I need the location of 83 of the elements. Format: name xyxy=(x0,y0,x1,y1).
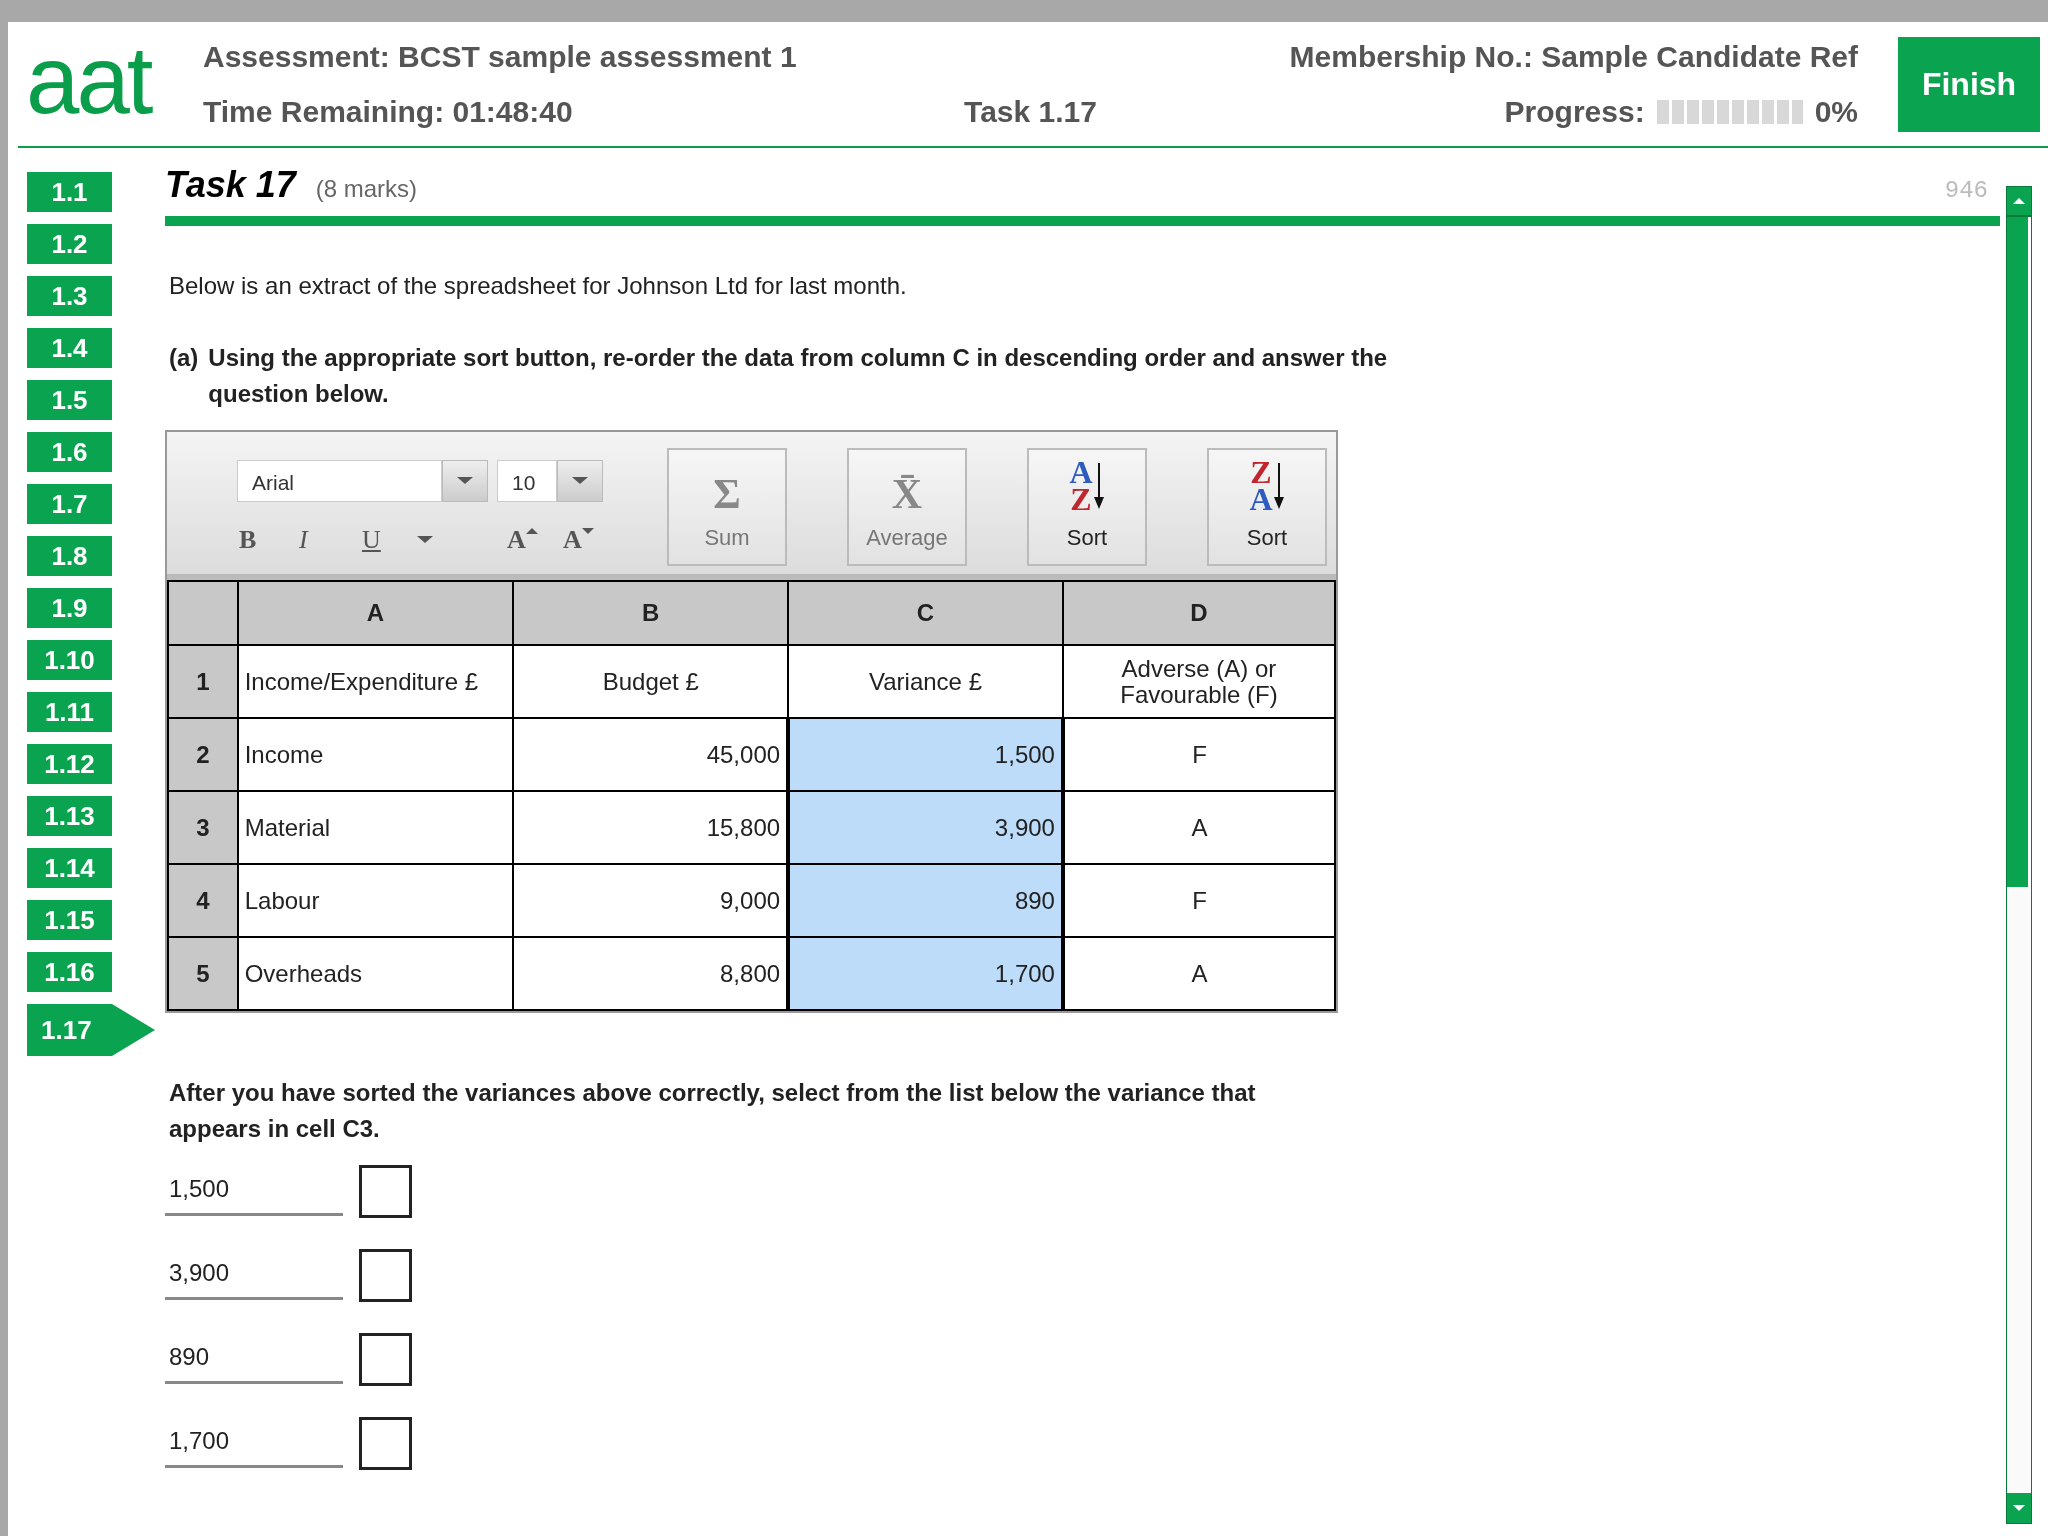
font-field[interactable]: Arial xyxy=(237,460,442,502)
row-header: 3 xyxy=(168,791,238,864)
question-tab[interactable]: 1.1 xyxy=(27,172,112,212)
intro-text: Below is an extract of the spreadsheet for Johnson Ltd for last month. xyxy=(169,271,908,301)
dropdown-button[interactable] xyxy=(442,460,488,502)
task-title: Task 17 xyxy=(165,163,296,207)
table-cell[interactable]: A xyxy=(1062,791,1335,864)
table-cell[interactable]: Budget £ xyxy=(513,645,789,718)
caret-icon[interactable] xyxy=(417,536,433,543)
answer-checkbox[interactable] xyxy=(359,1165,412,1218)
italic-button[interactable]: I xyxy=(299,520,308,559)
grow-font-button[interactable]: A xyxy=(507,520,538,559)
row-header: 2 xyxy=(168,718,238,791)
answer-option: 3,900 xyxy=(165,1251,343,1300)
question-tab[interactable]: 1.12 xyxy=(27,744,112,784)
scroll-down-button[interactable] xyxy=(2007,1493,2031,1523)
question-tab[interactable]: 1.10 xyxy=(27,640,112,680)
question-tab[interactable]: 1.16 xyxy=(27,952,112,992)
question-tab[interactable]: 1.3 xyxy=(27,276,112,316)
assessment-title: Assessment: BCST sample assessment 1 xyxy=(203,39,798,75)
task-number: Task 1.17 xyxy=(964,94,1097,130)
row-header: 1 xyxy=(168,645,238,718)
table-cell[interactable]: Adverse (A) or Favourable (F) xyxy=(1062,645,1335,718)
question-tab[interactable]: 1.7 xyxy=(27,484,112,524)
answer-checkbox[interactable] xyxy=(359,1333,412,1386)
question-tab[interactable]: 1.8 xyxy=(27,536,112,576)
item-number: 946 xyxy=(1944,176,1988,206)
question-tab[interactable]: 1.11 xyxy=(27,692,112,732)
column-header: A xyxy=(237,581,514,645)
sort-ascending-button[interactable]: A Z Sort xyxy=(1027,448,1147,566)
question-tab[interactable]: 1.9 xyxy=(27,588,112,628)
down-arrow-icon xyxy=(1092,460,1105,511)
question-tab[interactable]: 1.17 xyxy=(27,1004,155,1056)
logo: aat xyxy=(25,32,153,128)
corner-cell xyxy=(168,581,238,645)
down-arrow-icon xyxy=(1272,460,1285,511)
table-cell[interactable]: A xyxy=(1062,937,1335,1010)
column-header: D xyxy=(1062,581,1335,645)
column-header: C xyxy=(788,581,1063,645)
question-tab[interactable]: 1.2 xyxy=(27,224,112,264)
answer-option: 1,700 xyxy=(165,1419,343,1468)
answer-option: 1,500 xyxy=(165,1167,343,1216)
question-text: After you have sorted the variances above correctly, select from the list below the variance that appears in cell C3. xyxy=(169,1078,1257,1144)
time-remaining: Time Remaining: 01:48:40 xyxy=(203,94,574,130)
scroll-thumb[interactable] xyxy=(2007,217,2031,887)
question-tab[interactable]: 1.14 xyxy=(27,848,112,888)
question-tab[interactable]: 1.15 xyxy=(27,900,112,940)
table-cell[interactable]: 1,500 xyxy=(788,718,1063,791)
shrink-font-button[interactable]: A xyxy=(563,520,594,559)
table-cell[interactable]: Income/Expenditure £ xyxy=(237,645,514,718)
sort-descending-button[interactable]: Z A Sort xyxy=(1207,448,1327,566)
scroll-up-button[interactable] xyxy=(2007,187,2031,217)
table-cell[interactable]: Overheads xyxy=(237,937,514,1010)
task-marks: (8 marks) xyxy=(315,174,418,204)
progress-label: Progress: xyxy=(1504,94,1645,130)
table-cell[interactable]: 1,700 xyxy=(788,937,1063,1010)
question-text: Using the appropriate sort button, re-order the data from column C in descending order and answer the question below. xyxy=(208,343,1389,409)
bold-button[interactable]: B xyxy=(239,520,257,559)
answer-option: 890 xyxy=(165,1335,343,1384)
answer-checkbox[interactable] xyxy=(359,1417,412,1470)
table-cell[interactable]: 3,900 xyxy=(788,791,1063,864)
question-tab[interactable]: 1.6 xyxy=(27,432,112,472)
row-header: 5 xyxy=(168,937,238,1010)
question-tab[interactable]: 1.4 xyxy=(27,328,112,368)
membership-number: Membership No.: Sample Candidate Ref xyxy=(1288,39,1858,75)
progress-percent: 0% xyxy=(1814,94,1858,130)
dropdown-button[interactable] xyxy=(557,460,603,502)
answer-checkbox[interactable] xyxy=(359,1249,412,1302)
question-label: (a) xyxy=(169,343,199,373)
table-cell[interactable]: Material xyxy=(237,791,514,864)
underline-button[interactable]: U xyxy=(362,520,381,559)
scrollbar[interactable] xyxy=(2006,186,2032,1524)
table-cell[interactable]: 890 xyxy=(788,864,1063,937)
question-tab[interactable]: 1.5 xyxy=(27,380,112,420)
finish-button[interactable]: Finish xyxy=(1898,36,2040,132)
table-cell[interactable]: F xyxy=(1062,718,1335,791)
table-cell[interactable]: Income xyxy=(237,718,514,791)
table-cell[interactable]: F xyxy=(1062,864,1335,937)
table-cell[interactable]: Labour xyxy=(237,864,514,937)
question-tab[interactable]: 1.13 xyxy=(27,796,112,836)
size-field[interactable]: 10 xyxy=(497,460,557,502)
row-header: 4 xyxy=(168,864,238,937)
column-header: B xyxy=(513,581,789,645)
